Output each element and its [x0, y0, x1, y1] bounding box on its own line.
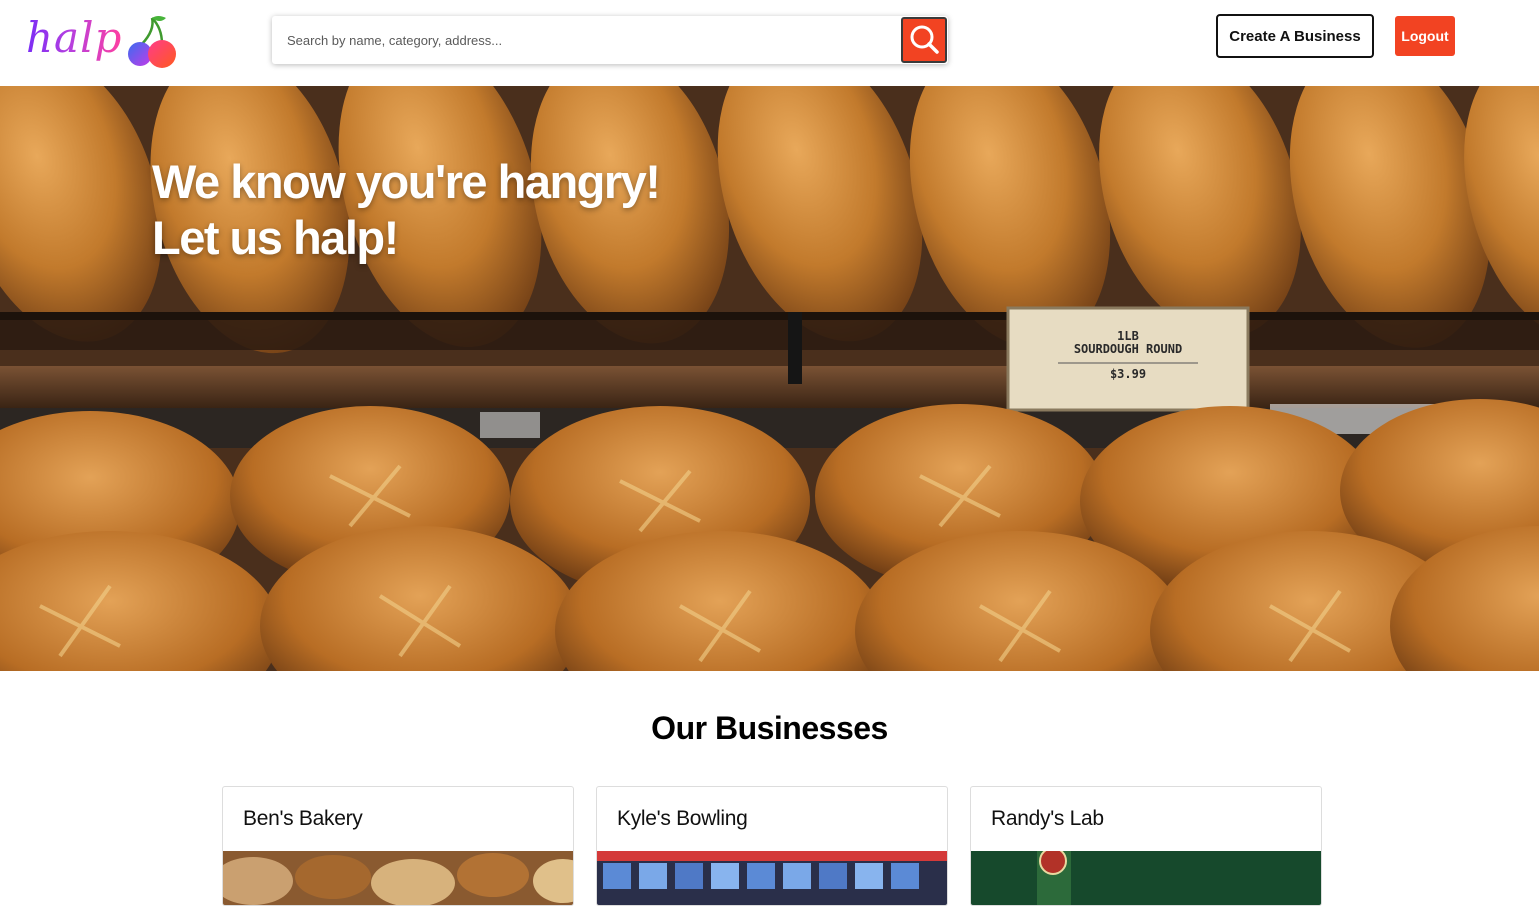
price-sign: 1LB SOURDOUGH ROUND $3.99	[1006, 306, 1250, 412]
hero-banner: 1LB SOURDOUGH ROUND $3.99 We know you're…	[0, 86, 1539, 671]
business-image	[971, 851, 1321, 905]
top-nav: halp Create A Business	[0, 0, 1539, 86]
cherries-icon	[128, 16, 176, 68]
hero-line-2: Let us halp!	[152, 211, 399, 264]
halp-logo[interactable]: halp	[26, 12, 181, 70]
logout-button[interactable]: Logout	[1395, 16, 1455, 56]
logo-text: halp	[26, 13, 123, 62]
hero-line-1: We know you're hangry!	[152, 155, 661, 208]
section-title: Our Businesses	[651, 710, 888, 746]
business-name: Randy's Lab	[991, 807, 1104, 830]
price-sign-line1: 1LB	[1117, 329, 1139, 343]
price-sign-line2: SOURDOUGH ROUND	[1074, 342, 1182, 356]
business-name: Ben's Bakery	[243, 807, 363, 830]
search-input[interactable]	[272, 16, 900, 64]
business-name: Kyle's Bowling	[617, 807, 748, 830]
search-button[interactable]	[901, 17, 947, 63]
price-sign-line3: $3.99	[1110, 367, 1146, 381]
search-bar	[272, 16, 948, 64]
business-card[interactable]: Kyle's Bowling	[596, 786, 948, 906]
business-card[interactable]: Ben's Bakery	[222, 786, 574, 906]
search-icon	[910, 25, 939, 54]
business-card[interactable]: Randy's Lab	[970, 786, 1322, 906]
hero-heading: We know you're hangry! Let us halp!	[152, 154, 661, 266]
create-business-button[interactable]: Create A Business	[1216, 14, 1374, 58]
business-image	[597, 851, 947, 905]
business-image	[223, 851, 573, 905]
